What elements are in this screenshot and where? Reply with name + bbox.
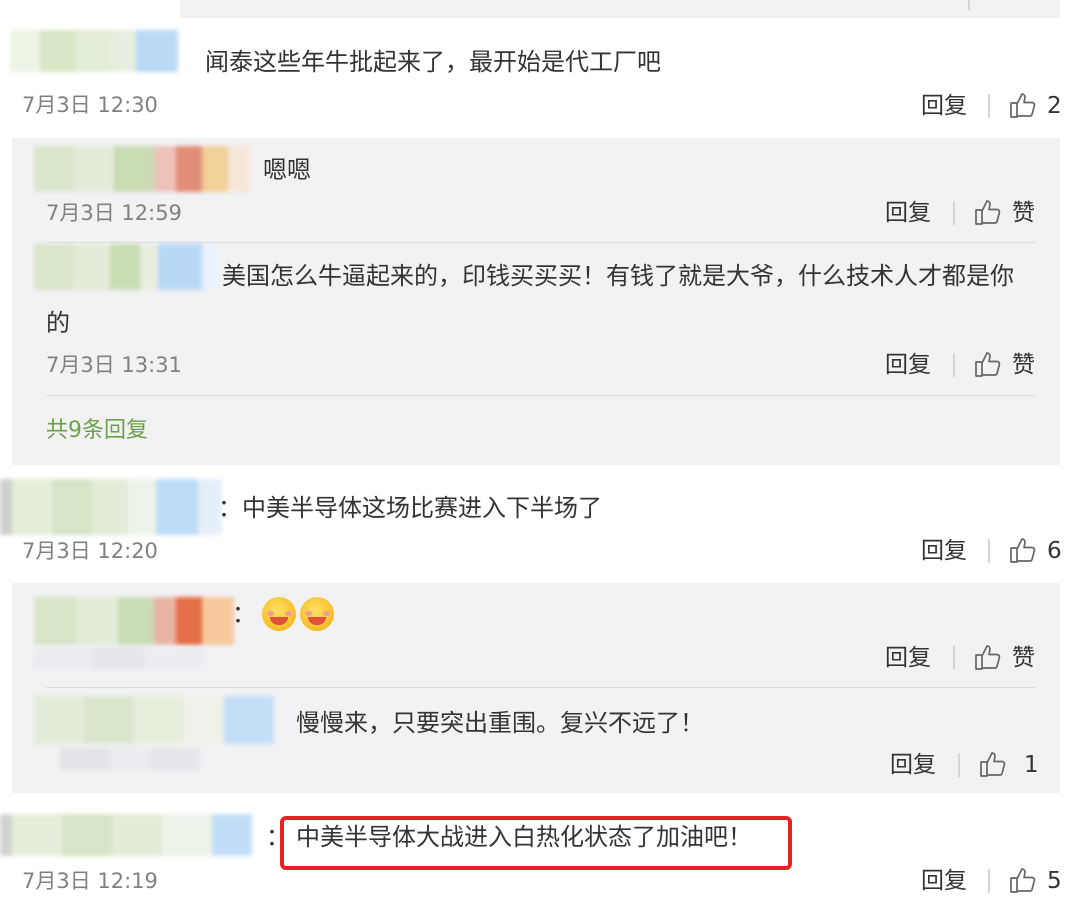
emoji-icon (300, 597, 334, 631)
thumbs-up-icon[interactable] (1008, 865, 1038, 895)
reply-3: ： 回复 赞 (0, 583, 1080, 683)
reply-text: 慢慢来，只要突出重围。复兴不远了！ (296, 709, 704, 737)
separator (953, 201, 955, 225)
thumbs-up-icon[interactable] (1008, 90, 1038, 120)
like-label: 赞 (1012, 352, 1035, 378)
reply-text-line2: 的 (46, 309, 70, 337)
thumbs-up-icon[interactable] (973, 349, 1003, 379)
reply-button[interactable]: 回复 (890, 751, 936, 779)
comment-2: ：中美半导体这场比赛进入下半场了 7月3日 12:20 回复 6 (0, 465, 1080, 575)
separator (953, 646, 955, 670)
like-count: 6 (1047, 538, 1062, 564)
like-label: 赞 (1012, 200, 1035, 226)
reply-time: 7月3日 13:31 (46, 353, 182, 377)
like-count: 1 (1024, 752, 1039, 778)
username-blurred (34, 597, 234, 645)
separator (968, 0, 970, 10)
reply-time: 7月3日 12:59 (46, 201, 182, 225)
username-blurred (34, 244, 218, 290)
divider (46, 395, 1036, 396)
reply-4: 慢慢来，只要突出重围。复兴不远了！ 回复 1 (0, 688, 1080, 793)
comment-1: 闻泰这些年牛批起来了，最开始是代工厂吧 7月3日 12:30 回复 2 (0, 20, 1080, 130)
username-blurred (0, 479, 222, 535)
username-blurred (34, 696, 274, 744)
reply-button[interactable]: 回复 (885, 351, 931, 379)
comment-time: 7月3日 12:30 (22, 93, 158, 117)
reply-button[interactable]: 回复 (885, 644, 931, 672)
thumbs-up-icon[interactable] (973, 197, 1003, 227)
thumbs-up-icon[interactable] (978, 749, 1008, 779)
reply-button[interactable]: 回复 (921, 92, 967, 120)
username-blurred (10, 30, 178, 72)
comment-time: 7月3日 12:19 (22, 869, 158, 893)
thumbs-up-icon[interactable] (1008, 535, 1038, 565)
reply-button[interactable]: 回复 (921, 867, 967, 895)
like-label: 赞 (1012, 645, 1035, 671)
reply-text: ： (232, 600, 256, 628)
reply-2: 美国怎么牛逼起来的，印钱买买买！有钱了就是大爷，什么技术人才都是你 的 7月3日… (0, 244, 1080, 384)
reply-text-line1: 美国怎么牛逼起来的，印钱买买买！有钱了就是大爷，什么技术人才都是你 (222, 262, 1014, 290)
divider (46, 242, 1036, 243)
comment-time: 7月3日 12:20 (22, 539, 158, 563)
username-blurred-line2 (60, 748, 200, 770)
previous-reply-panel-edge (180, 0, 1060, 18)
comment-text: ：中美半导体这场比赛进入下半场了 (218, 494, 602, 522)
separator (988, 539, 990, 563)
highlight-box (280, 816, 792, 870)
reply-text: 嗯嗯 (263, 156, 311, 184)
like-count: 5 (1047, 868, 1062, 894)
emoji-icon (262, 597, 296, 631)
separator (988, 869, 990, 893)
username-blurred-line2 (34, 647, 204, 669)
like-count: 2 (1047, 93, 1062, 119)
thumbs-up-icon[interactable] (973, 642, 1003, 672)
reply-button[interactable]: 回复 (885, 199, 931, 227)
username-blurred (0, 814, 270, 856)
username-blurred (34, 146, 250, 192)
more-replies-link[interactable]: 共9条回复 (46, 417, 148, 445)
reply-button[interactable]: 回复 (921, 537, 967, 565)
separator (958, 753, 960, 777)
separator (988, 94, 990, 118)
comment-text: 闻泰这些年牛批起来了，最开始是代工厂吧 (205, 48, 661, 76)
separator (953, 353, 955, 377)
reply-1: 嗯嗯 7月3日 12:59 回复 赞 (0, 138, 1080, 238)
